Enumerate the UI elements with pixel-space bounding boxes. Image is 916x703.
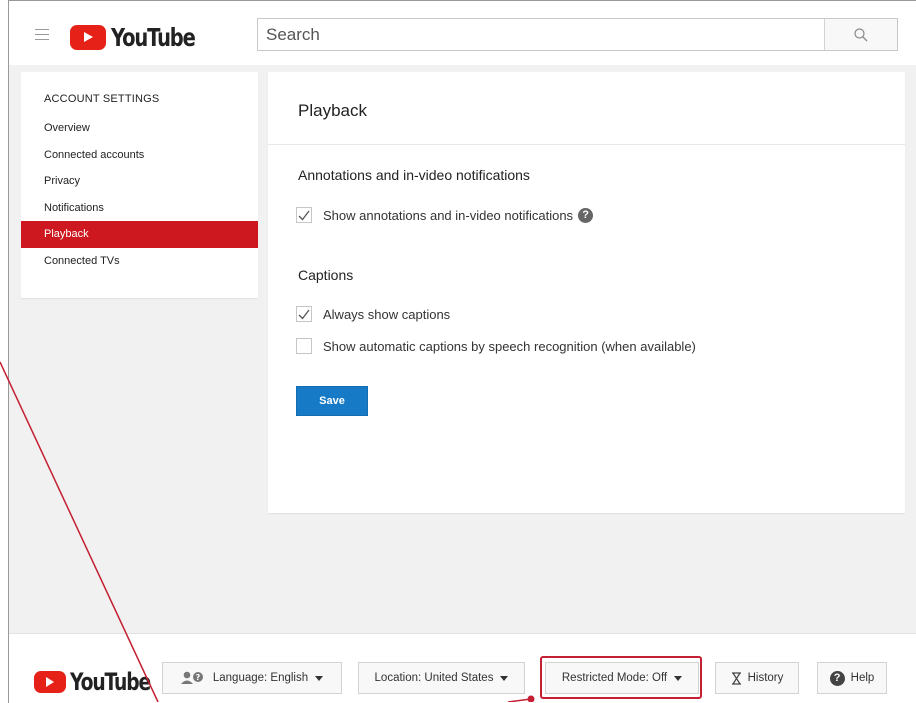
language-button[interactable]: ? Language: English: [162, 662, 342, 694]
logo-wordmark: YouTube: [111, 23, 196, 52]
sidebar-item-notifications[interactable]: Notifications: [21, 195, 258, 222]
annotations-option: Show annotations and in-video notificati…: [296, 207, 594, 223]
footer: YouTube ? Language: English Location: Un…: [9, 633, 916, 703]
history-button[interactable]: History: [715, 662, 799, 694]
youtube-logo[interactable]: YouTube: [70, 23, 218, 52]
annotations-option-label: Show annotations and in-video notificati…: [323, 207, 574, 223]
divider: [268, 144, 905, 145]
hourglass-icon: [731, 671, 741, 685]
settings-sidebar: ACCOUNT SETTINGS Overview Connected acco…: [21, 72, 258, 298]
checkmark-icon: [298, 309, 310, 319]
help-circle-icon: ?: [829, 670, 845, 686]
sidebar-item-overview[interactable]: Overview: [21, 115, 258, 142]
playback-settings-card: Playback Annotations and in-video notifi…: [268, 72, 905, 513]
menu-icon[interactable]: [35, 29, 49, 40]
search-box: [257, 18, 898, 51]
help-button[interactable]: ? Help: [817, 662, 887, 694]
footer-youtube-logo[interactable]: YouTube: [34, 668, 173, 696]
annotations-checkbox[interactable]: [296, 207, 312, 223]
automatic-captions-label: Show automatic captions by speech recogn…: [323, 338, 696, 354]
masthead: YouTube: [9, 1, 916, 65]
sidebar-item-connected-tvs[interactable]: Connected TVs: [21, 248, 258, 275]
sidebar-item-connected-accounts[interactable]: Connected accounts: [21, 142, 258, 169]
sidebar-item-playback[interactable]: Playback: [21, 221, 258, 248]
dropdown-caret-icon: [315, 675, 324, 681]
sidebar-nav: Overview Connected accounts Privacy Noti…: [21, 115, 258, 274]
sidebar-heading: ACCOUNT SETTINGS: [44, 93, 160, 105]
captions-option-always: Always show captions: [296, 306, 450, 322]
dropdown-caret-icon: [500, 675, 509, 681]
language-label: Language: English: [212, 672, 309, 684]
automatic-captions-checkbox[interactable]: [296, 338, 312, 354]
annotations-heading: Annotations and in-video notifications: [298, 167, 530, 183]
help-label: Help: [850, 672, 875, 684]
restricted-mode-highlight: [540, 656, 702, 699]
footer-logo-wordmark: YouTube: [70, 668, 151, 696]
history-label: History: [747, 672, 784, 684]
captions-option-automatic: Show automatic captions by speech recogn…: [296, 338, 696, 354]
page-title: Playback: [298, 101, 367, 120]
search-icon: [854, 27, 868, 41]
save-button[interactable]: Save: [296, 386, 368, 416]
sidebar-item-privacy[interactable]: Privacy: [21, 168, 258, 195]
language-icon: ?: [180, 671, 203, 684]
svg-text:?: ?: [196, 673, 201, 682]
always-show-captions-label: Always show captions: [323, 306, 451, 322]
play-logo-icon: [70, 25, 106, 50]
search-input[interactable]: [258, 19, 824, 50]
location-button[interactable]: Location: United States: [358, 662, 525, 694]
always-show-captions-checkbox[interactable]: [296, 306, 312, 322]
search-button[interactable]: [824, 19, 897, 50]
help-icon[interactable]: ?: [578, 207, 594, 223]
captions-heading: Captions: [298, 267, 354, 283]
checkmark-icon: [298, 210, 310, 220]
play-logo-icon: [34, 671, 66, 693]
location-label: Location: United States: [374, 672, 494, 684]
